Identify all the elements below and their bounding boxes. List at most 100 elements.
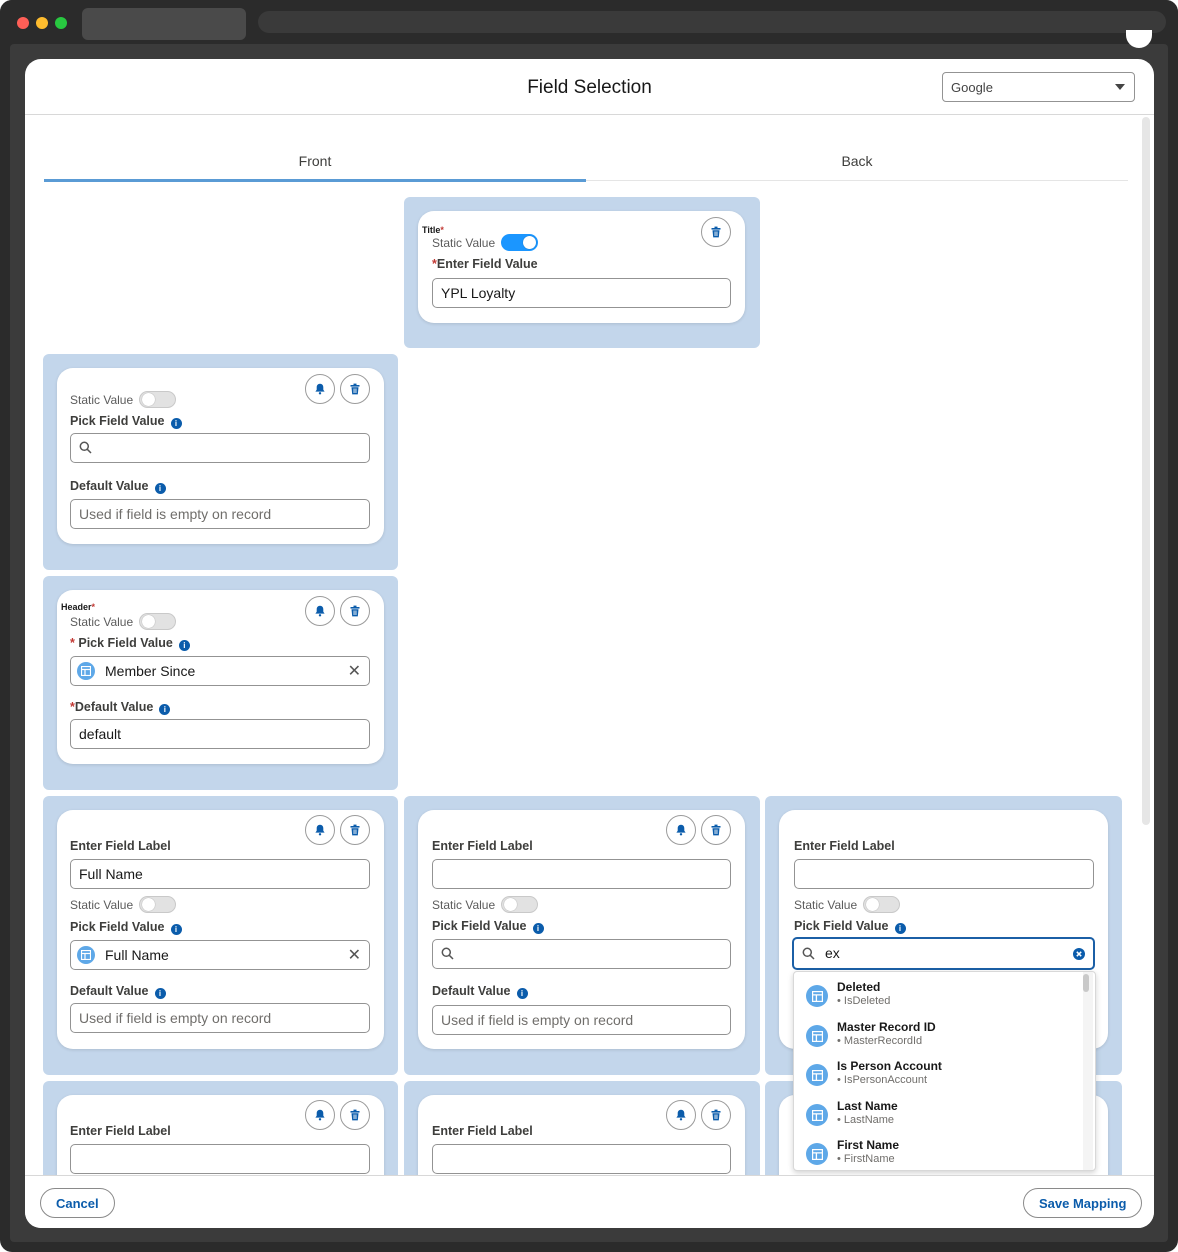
- trash-icon: [711, 226, 721, 238]
- result-title: Is Person Account: [837, 1059, 942, 1073]
- clear-icon[interactable]: ✕: [348, 661, 361, 681]
- default-value-input[interactable]: Used if field is empty on record: [70, 1003, 370, 1033]
- notify-button[interactable]: [305, 815, 335, 845]
- static-value-toggle[interactable]: [501, 896, 538, 913]
- result-title: Deleted: [837, 980, 881, 994]
- table-field-icon: [806, 1025, 828, 1047]
- table-field-icon: [77, 946, 95, 964]
- result-item[interactable]: Last Name • LastName: [794, 1095, 1079, 1135]
- results-scrollbar-track[interactable]: [1083, 972, 1093, 1170]
- provider-select[interactable]: Google: [942, 72, 1135, 102]
- field-search-results: Deleted • IsDeleted Master Record ID • M…: [793, 971, 1096, 1171]
- result-item[interactable]: Master Record ID • MasterRecordId: [794, 1016, 1079, 1056]
- delete-button[interactable]: [340, 1100, 370, 1130]
- pick-field-value-label: * Pick Field Value i: [70, 636, 190, 651]
- notify-button[interactable]: [305, 374, 335, 404]
- header-tag: Header*: [61, 602, 95, 612]
- delete-button[interactable]: [701, 217, 731, 247]
- delete-button[interactable]: [701, 815, 731, 845]
- field-search-input[interactable]: ex: [792, 937, 1095, 970]
- default-value-input[interactable]: default: [70, 719, 370, 749]
- info-icon[interactable]: i: [154, 988, 166, 999]
- notify-button[interactable]: [666, 815, 696, 845]
- field-label-input[interactable]: Full Name: [70, 859, 370, 889]
- bell-icon: [315, 383, 325, 395]
- maximize-window-button[interactable]: [55, 17, 67, 29]
- result-api-name: • MasterRecordId: [837, 1035, 923, 1047]
- notify-button[interactable]: [305, 596, 335, 626]
- info-icon[interactable]: i: [159, 704, 171, 715]
- field-search-input[interactable]: [70, 433, 370, 463]
- field-label-input[interactable]: [794, 859, 1094, 889]
- result-item[interactable]: First Name • FirstName: [794, 1134, 1079, 1170]
- enter-field-value-label: *Enter Field Value: [432, 257, 538, 271]
- trash-icon: [350, 383, 360, 395]
- notify-button[interactable]: [305, 1100, 335, 1130]
- delete-button[interactable]: [701, 1100, 731, 1130]
- tab-back[interactable]: Back: [586, 153, 1128, 169]
- pick-field-value-text: Pick Field Value: [70, 920, 165, 934]
- pick-field-value-label: Pick Field Value i: [70, 920, 182, 935]
- pick-field-value-label: Pick Field Value i: [70, 414, 182, 429]
- field-search-input[interactable]: [432, 939, 731, 969]
- modal-scrollbar[interactable]: [1142, 117, 1150, 825]
- clear-icon[interactable]: ✕: [348, 945, 361, 965]
- table-field-icon: [806, 1064, 828, 1086]
- static-value-toggle[interactable]: [863, 896, 900, 913]
- field-card-r1c2: Enter Field Label Static Value Pick Fiel…: [418, 810, 745, 1049]
- field-label-input[interactable]: [70, 1144, 370, 1174]
- results-scrollbar-thumb[interactable]: [1083, 974, 1089, 992]
- active-tab-indicator: [44, 179, 586, 182]
- info-icon[interactable]: i: [178, 640, 190, 651]
- close-window-button[interactable]: [17, 17, 29, 29]
- picked-field-label: Full Name: [105, 947, 169, 963]
- info-icon[interactable]: i: [532, 923, 544, 934]
- info-icon[interactable]: i: [154, 483, 166, 494]
- field-value-input[interactable]: YPL Loyalty: [432, 278, 731, 308]
- provider-select-value: Google: [951, 80, 993, 95]
- static-value-toggle[interactable]: [139, 613, 176, 630]
- save-mapping-button[interactable]: Save Mapping: [1023, 1188, 1143, 1218]
- default-value-label: Default Value i: [432, 984, 528, 999]
- static-value-label: Static Value: [432, 236, 496, 250]
- browser-tab[interactable]: [82, 8, 246, 40]
- delete-button[interactable]: [340, 596, 370, 626]
- chevron-down-icon: [1115, 84, 1125, 90]
- info-icon[interactable]: i: [170, 418, 182, 429]
- static-value-toggle[interactable]: [139, 391, 176, 408]
- clear-icon[interactable]: [1073, 948, 1085, 960]
- default-value-input[interactable]: Used if field is empty on record: [432, 1005, 731, 1035]
- delete-button[interactable]: [340, 374, 370, 404]
- enter-field-label-label: Enter Field Label: [432, 1124, 533, 1138]
- bell-icon: [315, 605, 325, 617]
- info-icon[interactable]: i: [894, 923, 906, 934]
- picked-field-pill[interactable]: Full Name ✕: [70, 940, 370, 970]
- tab-front[interactable]: Front: [44, 153, 586, 169]
- address-bar[interactable]: [258, 11, 1166, 33]
- required-marker: *: [440, 225, 444, 235]
- field-selection-modal: Field Selection Google Front Back Title*…: [25, 59, 1154, 1228]
- enter-field-label-label: Enter Field Label: [70, 839, 171, 853]
- info-icon[interactable]: i: [516, 988, 528, 999]
- default-value-text: Default Value: [70, 479, 149, 493]
- field-card-2: Static Value Pick Field Value i Default V…: [57, 368, 384, 544]
- title-field-card: Title* Static Value *Enter Field Value Y…: [418, 211, 745, 323]
- static-value-toggle[interactable]: [501, 234, 538, 251]
- search-query: ex: [825, 945, 840, 961]
- picked-field-pill[interactable]: Member Since ✕: [70, 656, 370, 686]
- default-value-input[interactable]: Used if field is empty on record: [70, 499, 370, 529]
- field-label-input[interactable]: [432, 859, 731, 889]
- picked-field-label: Member Since: [105, 663, 196, 679]
- info-icon[interactable]: i: [170, 924, 182, 935]
- header-field-wrapper: Header* Static Value * Pick Field Value i…: [43, 576, 398, 790]
- minimize-window-button[interactable]: [36, 17, 48, 29]
- result-api-name: • IsDeleted: [837, 995, 891, 1007]
- result-item[interactable]: Is Person Account • IsPersonAccount: [794, 1055, 1079, 1095]
- result-item[interactable]: Deleted • IsDeleted: [794, 976, 1079, 1016]
- delete-button[interactable]: [340, 815, 370, 845]
- table-field-icon: [806, 1143, 828, 1165]
- notify-button[interactable]: [666, 1100, 696, 1130]
- static-value-toggle[interactable]: [139, 896, 176, 913]
- field-label-input[interactable]: [432, 1144, 731, 1174]
- cancel-button[interactable]: Cancel: [40, 1188, 115, 1218]
